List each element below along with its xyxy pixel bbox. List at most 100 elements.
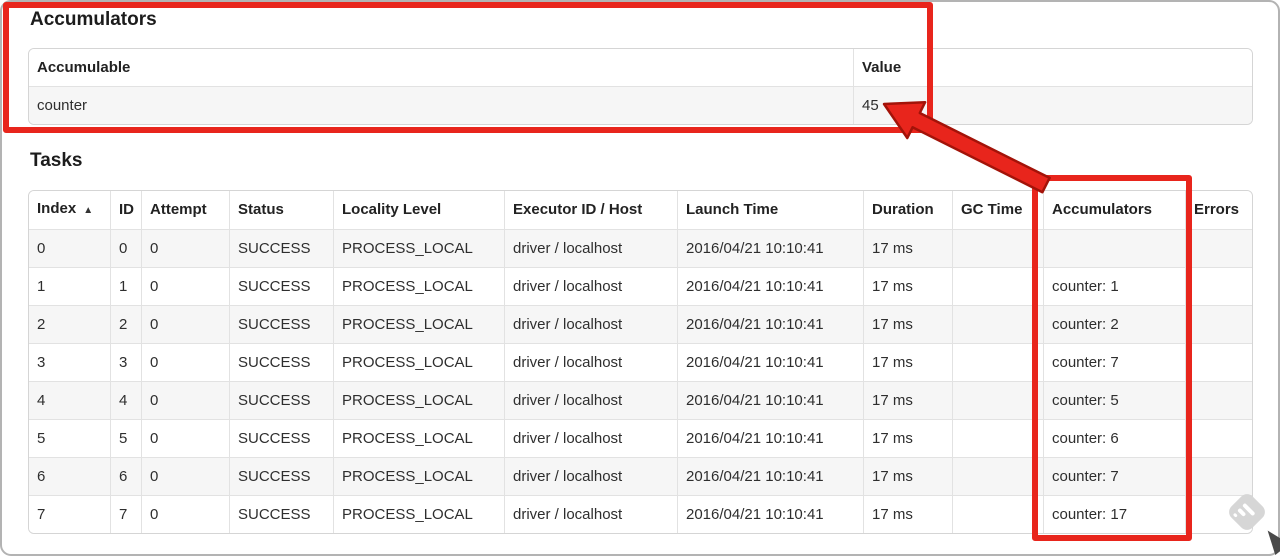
- accumulator-row: counter 45: [29, 86, 1252, 124]
- sort-ascending-icon: ▲: [83, 205, 94, 216]
- cell-executor-id-host: driver / localhost: [504, 495, 678, 533]
- col-header-status[interactable]: Status: [229, 191, 334, 230]
- cell-errors: [1185, 343, 1252, 382]
- cell-gc-time: [952, 305, 1044, 344]
- cell-attempt: 0: [141, 381, 230, 420]
- cell-index: 3: [29, 343, 111, 382]
- cell-duration: 17 ms: [863, 343, 953, 382]
- cell-executor-id-host: driver / localhost: [504, 381, 678, 420]
- cell-launch-time: 2016/04/21 10:10:41: [677, 419, 864, 458]
- cell-status: SUCCESS: [229, 305, 334, 344]
- cell-duration: 17 ms: [863, 419, 953, 458]
- cell-id: 3: [110, 343, 142, 382]
- cell-executor-id-host: driver / localhost: [504, 305, 678, 344]
- cell-gc-time: [952, 419, 1044, 458]
- cell-value: 45: [853, 86, 1252, 124]
- cell-locality-level: PROCESS_LOCAL: [333, 343, 505, 382]
- cell-accumulators: counter: 6: [1043, 419, 1186, 458]
- cell-index: 5: [29, 419, 111, 458]
- col-header-id[interactable]: ID: [110, 191, 142, 230]
- cell-gc-time: [952, 495, 1044, 533]
- cell-id: 2: [110, 305, 142, 344]
- task-row: 4 4 0 SUCCESS PROCESS_LOCAL driver / loc…: [29, 381, 1252, 420]
- col-header-value: Value: [853, 49, 1252, 87]
- cell-executor-id-host: driver / localhost: [504, 229, 678, 268]
- cell-locality-level: PROCESS_LOCAL: [333, 267, 505, 306]
- cell-launch-time: 2016/04/21 10:10:41: [677, 457, 864, 496]
- cell-status: SUCCESS: [229, 229, 334, 268]
- cell-status: SUCCESS: [229, 267, 334, 306]
- col-header-accumulators[interactable]: Accumulators: [1043, 191, 1186, 230]
- cell-launch-time: 2016/04/21 10:10:41: [677, 305, 864, 344]
- cell-attempt: 0: [141, 229, 230, 268]
- col-header-errors[interactable]: Errors: [1185, 191, 1252, 230]
- cell-id: 7: [110, 495, 142, 533]
- tasks-section-heading: Tasks: [30, 150, 83, 171]
- col-header-accumulable: Accumulable: [29, 49, 854, 87]
- cell-attempt: 0: [141, 419, 230, 458]
- task-row: 3 3 0 SUCCESS PROCESS_LOCAL driver / loc…: [29, 343, 1252, 382]
- cell-executor-id-host: driver / localhost: [504, 457, 678, 496]
- cell-locality-level: PROCESS_LOCAL: [333, 419, 505, 458]
- col-header-duration[interactable]: Duration: [863, 191, 953, 230]
- cell-accumulators: counter: 17: [1043, 495, 1186, 533]
- cell-id: 4: [110, 381, 142, 420]
- cell-executor-id-host: driver / localhost: [504, 267, 678, 306]
- cell-accumulators: counter: 7: [1043, 457, 1186, 496]
- cell-status: SUCCESS: [229, 343, 334, 382]
- task-row: 0 0 0 SUCCESS PROCESS_LOCAL driver / loc…: [29, 229, 1252, 268]
- accumulators-section-heading: Accumulators: [30, 9, 157, 30]
- col-header-attempt[interactable]: Attempt: [141, 191, 230, 230]
- col-header-gc-time[interactable]: GC Time: [952, 191, 1044, 230]
- cell-locality-level: PROCESS_LOCAL: [333, 381, 505, 420]
- task-row: 2 2 0 SUCCESS PROCESS_LOCAL driver / loc…: [29, 305, 1252, 344]
- cell-status: SUCCESS: [229, 381, 334, 420]
- cell-status: SUCCESS: [229, 457, 334, 496]
- task-row: 1 1 0 SUCCESS PROCESS_LOCAL driver / loc…: [29, 267, 1252, 306]
- cell-attempt: 0: [141, 343, 230, 382]
- cell-locality-level: PROCESS_LOCAL: [333, 305, 505, 344]
- cell-gc-time: [952, 229, 1044, 268]
- cell-id: 5: [110, 419, 142, 458]
- cell-duration: 17 ms: [863, 305, 953, 344]
- cell-duration: 17 ms: [863, 457, 953, 496]
- cell-gc-time: [952, 267, 1044, 306]
- cell-duration: 17 ms: [863, 381, 953, 420]
- col-header-index[interactable]: Index ▲: [29, 191, 111, 230]
- cell-launch-time: 2016/04/21 10:10:41: [677, 495, 864, 533]
- cell-accumulable: counter: [29, 86, 854, 124]
- cell-launch-time: 2016/04/21 10:10:41: [677, 381, 864, 420]
- cell-launch-time: 2016/04/21 10:10:41: [677, 343, 864, 382]
- col-header-index-label: Index: [37, 200, 77, 217]
- cell-gc-time: [952, 457, 1044, 496]
- cell-index: 7: [29, 495, 111, 533]
- cell-duration: 17 ms: [863, 229, 953, 268]
- tasks-table: Index ▲ ID Attempt Status Locality Level …: [28, 190, 1253, 534]
- task-row: 6 6 0 SUCCESS PROCESS_LOCAL driver / loc…: [29, 457, 1252, 496]
- cell-index: 6: [29, 457, 111, 496]
- tasks-header-row: Index ▲ ID Attempt Status Locality Level …: [29, 191, 1252, 230]
- task-row: 7 7 0 SUCCESS PROCESS_LOCAL driver / loc…: [29, 495, 1252, 533]
- cell-locality-level: PROCESS_LOCAL: [333, 495, 505, 533]
- cell-duration: 17 ms: [863, 495, 953, 533]
- cell-duration: 17 ms: [863, 267, 953, 306]
- cell-id: 1: [110, 267, 142, 306]
- cell-status: SUCCESS: [229, 495, 334, 533]
- cell-attempt: 0: [141, 495, 230, 533]
- cell-gc-time: [952, 343, 1044, 382]
- cell-locality-level: PROCESS_LOCAL: [333, 457, 505, 496]
- cell-executor-id-host: driver / localhost: [504, 419, 678, 458]
- mouse-cursor: [1260, 525, 1280, 555]
- cell-launch-time: 2016/04/21 10:10:41: [677, 267, 864, 306]
- col-header-executor-id-host[interactable]: Executor ID / Host: [504, 191, 678, 230]
- cell-errors: [1185, 229, 1252, 268]
- cell-status: SUCCESS: [229, 419, 334, 458]
- col-header-launch-time[interactable]: Launch Time: [677, 191, 864, 230]
- col-header-locality-level[interactable]: Locality Level: [333, 191, 505, 230]
- cell-errors: [1185, 419, 1252, 458]
- cell-index: 1: [29, 267, 111, 306]
- cell-errors: [1185, 457, 1252, 496]
- cell-errors: [1185, 305, 1252, 344]
- cell-executor-id-host: driver / localhost: [504, 343, 678, 382]
- cell-index: 4: [29, 381, 111, 420]
